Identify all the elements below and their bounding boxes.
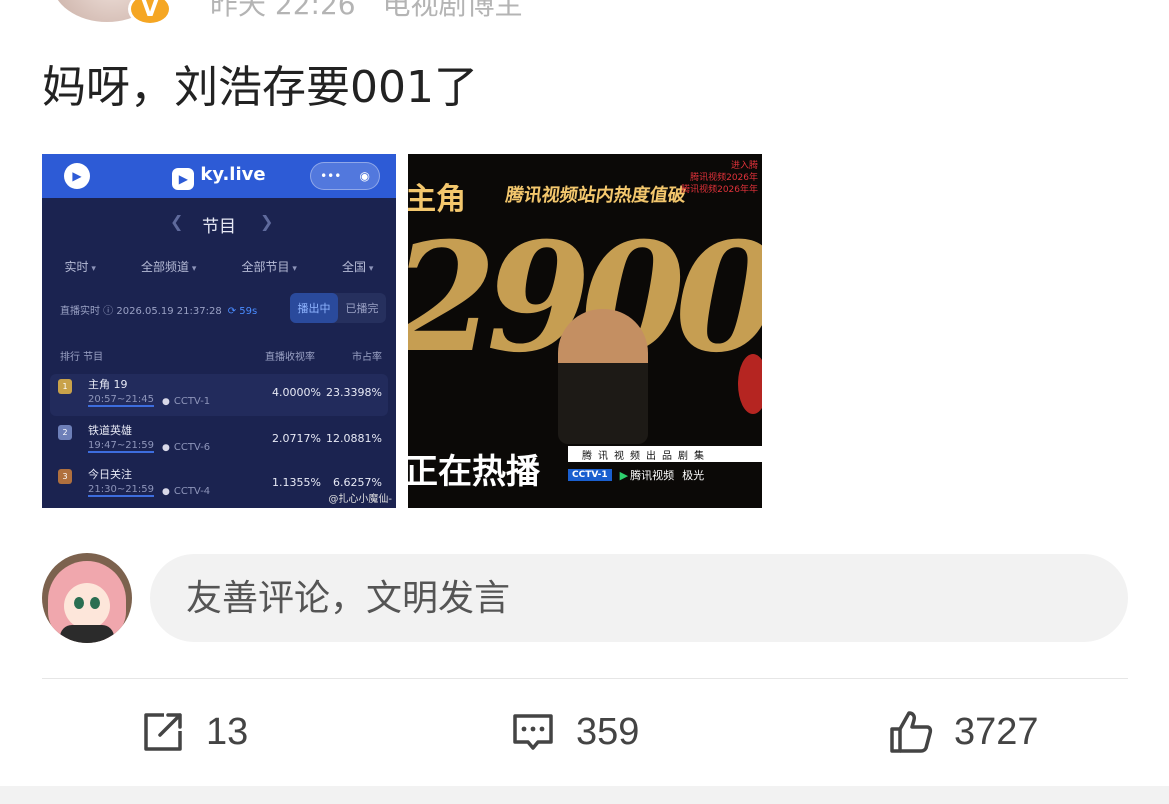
user-avatar[interactable]: [42, 553, 132, 643]
program-rating: 2.0717%: [272, 432, 321, 445]
post-header: V 昨天 22:26 电视剧博主: [0, 0, 1169, 30]
comment-button[interactable]: 359: [510, 700, 639, 764]
poster-subtitle: 腾讯视频站内热度值破: [504, 185, 688, 206]
post-meta: 昨天 22:26 电视剧博主: [210, 0, 523, 23]
poster-title: 主角: [408, 182, 466, 217]
table-row: 2 铁道英雄 19:47~21:59 CCTV-6 2.0717% 12.088…: [50, 420, 388, 462]
like-count: 3727: [954, 710, 1039, 753]
toggle-finished: 已播完: [345, 302, 379, 315]
program-name: 铁道英雄: [88, 424, 132, 437]
filter-item: 全部节目: [242, 258, 297, 275]
poster-decoration: [738, 354, 762, 414]
program-rating: 4.0000%: [272, 386, 321, 399]
filter-item: 全部频道: [141, 258, 196, 275]
comment-input[interactable]: [150, 554, 1128, 642]
poster-now-showing: 正在热播: [408, 452, 540, 492]
comment-icon: [513, 714, 553, 750]
poster-figure: [558, 309, 648, 444]
status-toggle: 播出中 已播完: [290, 293, 386, 323]
weibo-post: V 昨天 22:26 电视剧博主 妈呀，刘浩存要001了 ▶ ▶ ky.live …: [0, 0, 1169, 804]
filter-item: 实时: [65, 258, 96, 275]
toggle-on-air: 播出中: [290, 293, 338, 323]
rank-badge: 2: [58, 425, 72, 440]
program-time: 21:30~21:59: [88, 484, 155, 497]
like-button[interactable]: 3727: [888, 700, 1039, 764]
refresh-label: ⟳ 59s: [227, 306, 258, 317]
share-button[interactable]: 13: [140, 700, 248, 764]
app-topbar: ▶ ▶ ky.live ••• ◉: [42, 154, 396, 198]
post-source: 电视剧博主: [382, 0, 523, 21]
bottom-strip: [0, 786, 1169, 804]
more-icon: ••• ◉: [310, 162, 380, 190]
cctv-logo: CCTV-1: [568, 469, 612, 481]
thumbs-up-icon: [890, 711, 933, 753]
poster-producer-bar: 腾讯视频出品剧集: [568, 446, 762, 462]
table-row: 1 主角 19 20:57~21:45 CCTV-1 4.0000% 23.33…: [50, 374, 388, 416]
program-time: 19:47~21:59: [88, 440, 155, 453]
vip-badge: V: [128, 0, 172, 26]
filter-item: 全国: [342, 258, 373, 275]
program-channel: CCTV-4: [162, 486, 210, 497]
program-share: 23.3398%: [326, 386, 382, 399]
rank-badge: 3: [58, 469, 72, 484]
app-name: ky.live: [200, 164, 266, 185]
poster-logos: CCTV-1 腾讯视频 极光: [568, 464, 762, 486]
program-rating: 1.1355%: [272, 476, 321, 489]
timestamp: 直播实时 ⓘ 2026.05.19 21:37:28 ⟳ 59s: [60, 306, 258, 317]
post-image-poster[interactable]: 2900 主角 腾讯视频站内热度值破 进入腾 腾讯视频2026年 腾讯视频202…: [408, 154, 762, 508]
share-icon: [144, 713, 182, 751]
poster-corner-text: 进入腾 腾讯视频2026年 腾讯视频2026年年: [681, 161, 758, 195]
comment-count: 359: [576, 710, 640, 753]
program-channel: CCTV-1: [162, 396, 210, 407]
tencent-video-logo: 腾讯视频: [620, 467, 674, 483]
image-watermark: @扎心小魔仙-: [328, 494, 392, 505]
logo-icon: ▶: [172, 168, 195, 190]
divider: [42, 678, 1128, 679]
aurora-logo: 极光: [682, 469, 705, 482]
post-text: 妈呀，刘浩存要001了: [42, 62, 478, 113]
post-time: 昨天 22:26: [210, 0, 356, 21]
panel-heading: 节目: [202, 217, 236, 237]
chevron-right-icon: ❯: [260, 212, 274, 231]
post-image-ratings[interactable]: ▶ ▶ky.live •••◉ ❮ 节目 ❯ 实时 全部频道 全部节目 全国 直…: [42, 154, 396, 508]
program-share: 6.6257%: [333, 476, 382, 489]
rank-badge: 1: [58, 379, 72, 394]
share-count: 13: [206, 710, 249, 753]
program-name: 今日关注: [88, 468, 132, 481]
program-channel: CCTV-6: [162, 442, 210, 453]
program-share: 12.0881%: [326, 432, 382, 445]
program-name: 主角 19: [88, 378, 128, 391]
program-time: 20:57~21:45: [88, 394, 155, 407]
filter-row: 实时 全部频道 全部节目 全国: [42, 258, 396, 275]
